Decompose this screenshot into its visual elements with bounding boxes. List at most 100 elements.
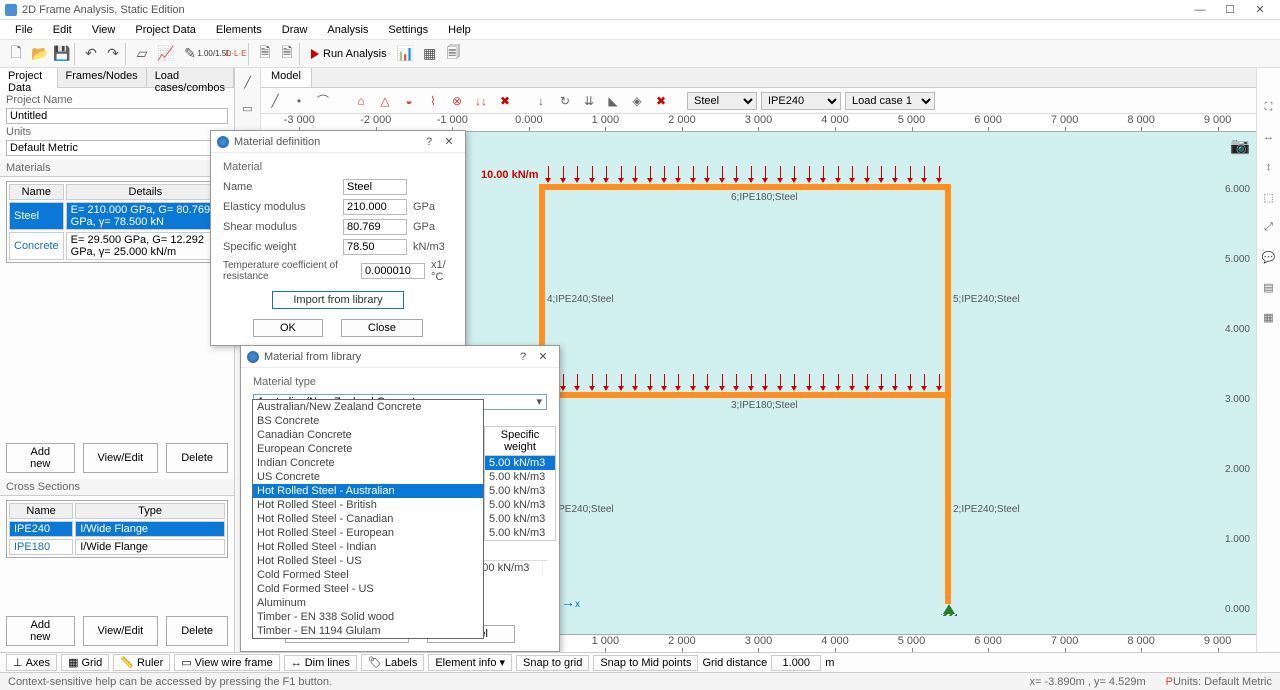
menu-draw[interactable]: Draw [272,24,318,36]
opt-hrs-eur[interactable]: Hot Rolled Steel - European [253,526,483,540]
report-icon[interactable]: 🗐 [443,43,465,65]
model-tab[interactable]: Model [261,68,312,87]
menu-file[interactable]: File [5,24,43,36]
matdlg-close-icon[interactable]: ✕ [439,135,459,148]
grid-distance-input[interactable] [771,655,821,671]
support-pin-icon[interactable]: △ [375,91,395,111]
run-analysis-button[interactable]: Run Analysis [305,43,393,65]
tab-frames-nodes[interactable]: Frames/Nodes [58,68,147,87]
snap-grid-toggle[interactable]: Snap to grid [516,655,589,671]
osl-icon[interactable]: 1.00/1.5L [203,43,225,65]
material-view-button[interactable]: View/Edit [83,443,159,473]
opt-timber-338[interactable]: Timber - EN 338 Solid wood [253,610,483,624]
osl2-icon[interactable]: D·L·E [227,43,249,65]
grid-toggle[interactable]: ▦Grid [61,654,109,671]
ruler-toggle[interactable]: 📏Ruler [113,654,170,671]
opt-anz[interactable]: Australian/New Zealand Concrete [253,400,483,414]
menu-help[interactable]: Help [438,24,481,36]
tab-project-data[interactable]: Project Data [0,68,58,88]
opt-hrs-us[interactable]: Hot Rolled Steel - US [253,554,483,568]
snap-mid-toggle[interactable]: Snap to Mid points [593,655,698,671]
menu-settings[interactable]: Settings [378,24,438,36]
opt-timber-1194[interactable]: Timber - EN 1194 Glulam [253,624,483,638]
comment-icon[interactable]: 💬 [1260,248,1278,266]
col-5[interactable] [945,184,951,396]
opt-bs[interactable]: BS Concrete [253,414,483,428]
release-icon[interactable]: ⊗ [447,91,467,111]
draw-node-icon[interactable]: • [289,91,309,111]
g-input[interactable] [343,219,407,235]
draw-line-icon[interactable]: ╱ [265,91,285,111]
name-input[interactable] [343,179,407,195]
maximize-button[interactable]: ☐ [1215,1,1245,19]
line-tool-icon[interactable]: ╱ [238,72,258,92]
camera-icon[interactable]: 📷 [1230,136,1250,156]
wireframe-toggle[interactable]: ▭View wire frame [174,654,279,671]
opt-us[interactable]: US Concrete [253,470,483,484]
tool-icon-1[interactable]: ▱ [131,43,153,65]
menu-analysis[interactable]: Analysis [317,24,378,36]
material-delete-button[interactable]: Delete [166,443,228,473]
matdlg-help[interactable]: ? [419,136,439,148]
opt-can[interactable]: Canadian Concrete [253,428,483,442]
opt-eur[interactable]: European Concrete [253,442,483,456]
project-name-input[interactable] [6,108,228,124]
material-select[interactable]: Steel [687,92,757,110]
load-moment-icon[interactable]: ↻ [555,91,575,111]
section-row-ipe240[interactable]: IPE240I/Wide Flange [9,521,225,537]
section-delete-button[interactable]: Delete [166,616,228,646]
beam-6[interactable] [541,184,949,190]
opt-hrs-aus[interactable]: Hot Rolled Steel - Australian [253,484,483,498]
support-fixed-icon[interactable]: ⌂ [351,91,371,111]
undo-icon[interactable]: ↶ [80,43,102,65]
load-dist-icon[interactable]: ↓↓ [471,91,491,111]
zoom-height-icon[interactable]: ↕ [1260,158,1278,176]
table-icon[interactable]: ▦ [419,43,441,65]
opt-ind[interactable]: Indian Concrete [253,456,483,470]
element-info-toggle[interactable]: Element info▾ [428,654,512,671]
menu-view[interactable]: View [82,24,126,36]
menu-elements[interactable]: Elements [206,24,272,36]
opt-alu[interactable]: Aluminum [253,596,483,610]
libdlg-help[interactable]: ? [513,351,533,363]
section-view-button[interactable]: View/Edit [83,616,159,646]
chart-icon[interactable]: 📊 [395,43,417,65]
libdlg-close-icon[interactable]: ✕ [533,350,553,363]
section-select[interactable]: IPE240 [761,92,841,110]
loadcase-select[interactable]: Load case 1 [845,92,935,110]
load-temp-icon[interactable]: ◈ [627,91,647,111]
opt-cfs-us[interactable]: Cold Formed Steel - US [253,582,483,596]
zoom-width-icon[interactable]: ↔ [1260,128,1278,146]
zoom-all-icon[interactable]: ⤢ [1260,218,1278,236]
w-input[interactable] [343,239,407,255]
close-button[interactable]: ✕ [1245,1,1275,19]
open-icon[interactable]: 📂 [29,43,51,65]
layers-icon[interactable]: ▤ [1260,278,1278,296]
new-icon[interactable]: 🗋 [5,43,27,65]
units-input[interactable] [6,140,228,156]
export-icon[interactable]: 🗎 [278,43,300,65]
dimlines-toggle[interactable]: ↔Dim lines [284,655,357,671]
tool-icon-2[interactable]: 📈 [155,43,177,65]
delete-sup-icon[interactable]: ✖ [495,91,515,111]
matdlg-close-button[interactable]: Close [341,319,423,337]
t-input[interactable] [361,263,425,279]
load-tri-icon[interactable]: ◣ [603,91,623,111]
axes-toggle[interactable]: ⊥Axes [6,654,57,671]
print-icon[interactable]: ▦ [1260,308,1278,326]
material-type-dropdown[interactable]: Australian/New Zealand Concrete BS Concr… [252,399,484,639]
minimize-button[interactable]: — [1185,1,1215,19]
doc-icon[interactable]: 🗎 [254,43,276,65]
support-roller-icon[interactable]: ◒ [399,91,419,111]
beam-3[interactable] [541,392,949,398]
matdlg-ok-button[interactable]: OK [253,319,323,337]
opt-cfs[interactable]: Cold Formed Steel [253,568,483,582]
material-row-concrete[interactable]: ConcreteE= 29.500 GPa, G= 12.292 GPa, γ=… [9,232,225,260]
section-add-button[interactable]: Add new [6,616,75,646]
opt-hrs-can[interactable]: Hot Rolled Steel - Canadian [253,512,483,526]
import-library-button[interactable]: Import from library [272,291,403,309]
zoom-region-icon[interactable]: ⬚ [1260,188,1278,206]
e-input[interactable] [343,199,407,215]
rect-tool-icon[interactable]: ▭ [238,98,258,118]
load-point-icon[interactable]: ↓ [531,91,551,111]
